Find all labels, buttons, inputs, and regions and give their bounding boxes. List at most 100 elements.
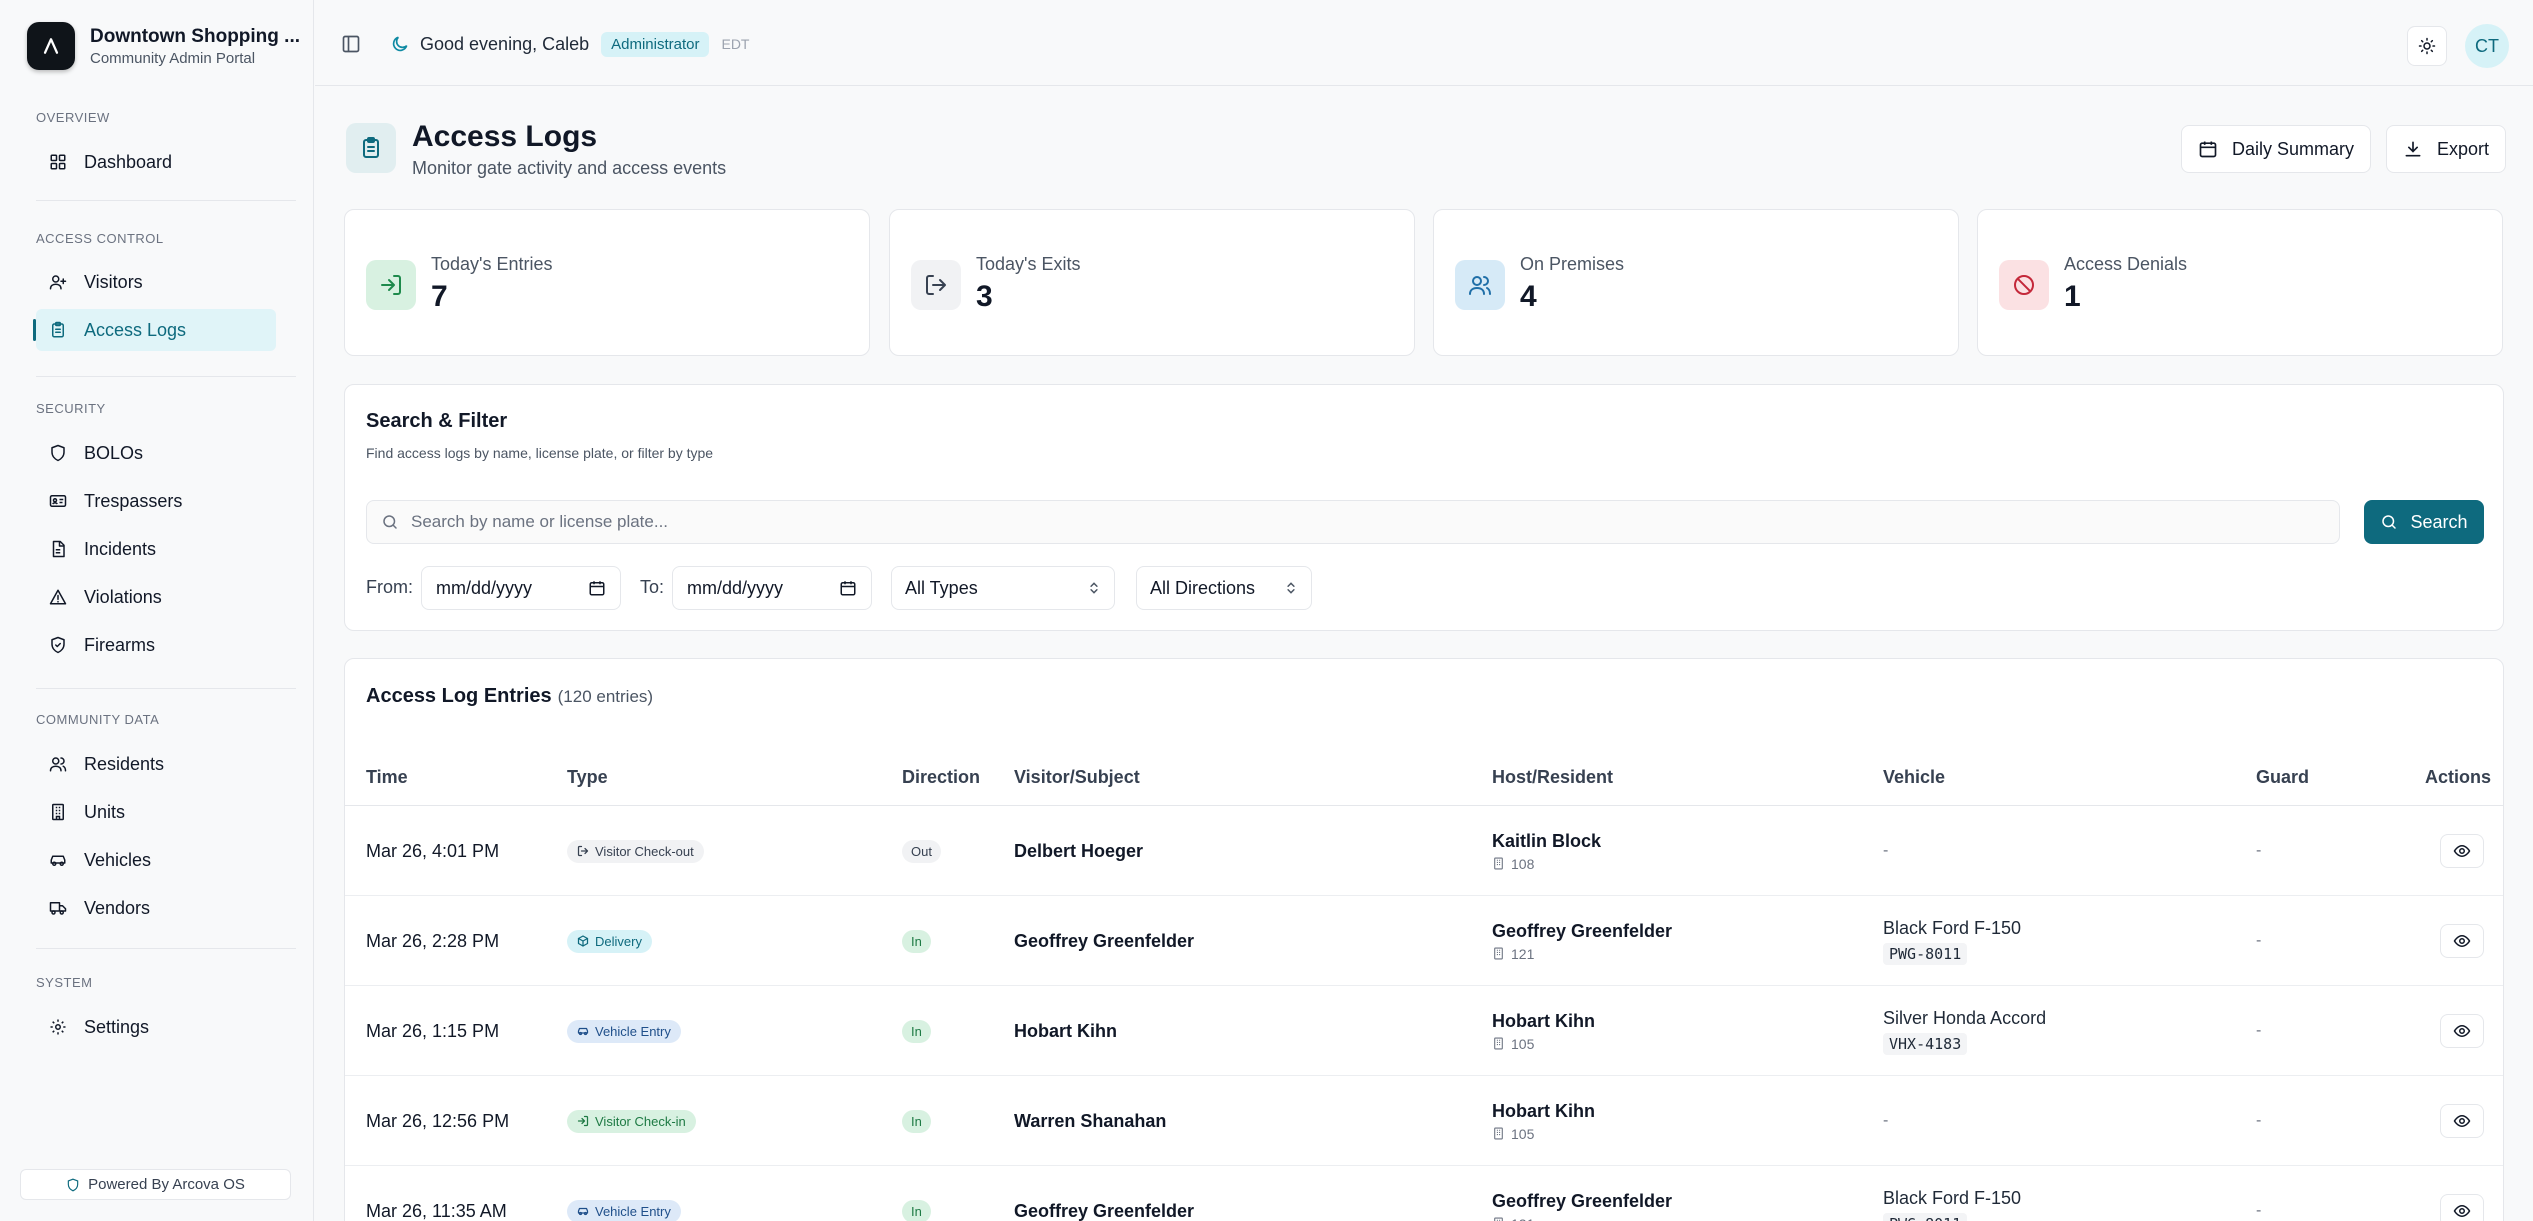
type-label: Visitor Check-out [595,843,694,859]
column-header-host[interactable]: Host/Resident [1492,767,1613,788]
unit-number: 105 [1511,1125,1535,1142]
type-label: Delivery [595,933,642,949]
user-plus-icon [48,272,68,292]
table-row[interactable]: Mar 26, 1:15 PM Vehicle Entry In Hobart Kih… [345,986,2503,1076]
column-header-visitor[interactable]: Visitor/Subject [1014,767,1140,788]
truck-icon [48,898,68,918]
brand-name: Downtown Shopping ... [90,25,301,47]
search-input[interactable] [411,512,2311,532]
chevron-up-down-icon [1087,581,1101,595]
column-header-actions: Actions [2425,767,2492,787]
visitor-name: Delbert Hoeger [1014,840,1144,861]
theme-toggle-button[interactable] [2407,26,2447,66]
sidebar-item-settings[interactable]: Settings [36,1006,276,1048]
visitor-name: Hobart Kihn [1014,1020,1117,1041]
sidebar-item-bolos[interactable]: BOLOs [36,432,276,474]
column-header-time[interactable]: Time [366,767,408,788]
ban-icon [1999,260,2049,310]
sidebar-item-vehicles[interactable]: Vehicles [36,839,276,881]
sidebar-toggle-icon[interactable] [340,33,362,55]
sidebar-item-label: BOLOs [84,442,144,463]
brand[interactable]: Downtown Shopping ... Community Admin Po… [27,20,300,72]
table-title: Access Log Entries (120 entries) [366,685,653,708]
sidebar-item-firearms[interactable]: Firearms [36,624,276,666]
download-icon [2403,139,2423,159]
sun-icon [2418,37,2436,55]
table-row[interactable]: Mar 26, 4:01 PM Visitor Check-out Out Delbe… [345,806,2503,896]
sidebar-item-residents[interactable]: Residents [36,743,276,785]
sidebar-item-label: Visitors [84,271,143,292]
sidebar-item-access-logs[interactable]: Access Logs [33,309,276,351]
calendar-icon [839,579,857,597]
nav-section-community-data: COMMUNITY DATA Residents Units Vehicles … [0,711,314,929]
direction-cell: In [902,1076,931,1166]
view-button[interactable] [2440,924,2484,958]
search-icon [2380,513,2398,531]
column-header-vehicle[interactable]: Vehicle [1883,767,1945,788]
sidebar-item-visitors[interactable]: Visitors [36,261,276,303]
nav-heading: ACCESS CONTROL [36,231,164,246]
view-button[interactable] [2440,1194,2484,1221]
search-box [366,500,2340,544]
column-header-type[interactable]: Type [567,767,608,788]
sidebar-item-violations[interactable]: Violations [36,576,276,618]
column-header-direction[interactable]: Direction [902,767,980,788]
view-button[interactable] [2440,834,2484,868]
divider [36,688,296,689]
host-unit: 121 [1492,946,1534,962]
sidebar-item-vendors[interactable]: Vendors [36,887,276,929]
view-button[interactable] [2440,1014,2484,1048]
type-select[interactable]: All Types [891,566,1115,610]
stat-card-exits: Today's Exits 3 [889,209,1415,356]
vehicle-cell: Silver Honda Accord VHX-4183 [1883,986,2046,1076]
shield-icon [48,443,68,463]
direction-cell: In [902,986,931,1076]
sidebar-item-dashboard[interactable]: Dashboard [36,141,276,183]
nav-heading: SECURITY [36,401,106,416]
type-cell: Visitor Check-in [567,1076,696,1166]
daily-summary-button[interactable]: Daily Summary [2181,125,2372,173]
vehicle-name: Black Ford F-150 [1883,1187,2022,1208]
host-unit: 121 [1492,1216,1534,1221]
search-button[interactable]: Search [2364,500,2484,544]
eye-icon [2453,1112,2471,1130]
view-button[interactable] [2440,1104,2484,1138]
sidebar-item-trespassers[interactable]: Trespassers [36,480,276,522]
shield-icon [66,1178,80,1192]
nav-section-system: SYSTEM Settings [0,974,314,1048]
direction-select-value: All Directions [1150,577,1256,598]
from-date-input[interactable]: mm/dd/yyyy [421,566,621,610]
table-row[interactable]: Mar 26, 12:56 PM Visitor Check-in In Warren… [345,1076,2503,1166]
table-row[interactable]: Mar 26, 2:28 PM Delivery In Geoffrey Greenf… [345,896,2503,986]
daily-summary-label: Daily Summary [2232,138,2355,159]
topbar: Good evening, Caleb Administrator EDT CT [315,0,2533,86]
export-button[interactable]: Export [2386,125,2507,173]
building-icon [1492,857,1505,870]
to-date-input[interactable]: mm/dd/yyyy [672,566,872,610]
nav-heading: OVERVIEW [36,110,110,125]
direction-cell: Out [902,806,941,896]
sidebar-item-incidents[interactable]: Incidents [36,528,276,570]
direction-badge: In [902,1109,931,1133]
table-row[interactable]: Mar 26, 11:35 AM Vehicle Entry In Geoffrey … [345,1166,2503,1221]
direction-cell: In [902,1166,931,1221]
moon-icon [390,34,410,54]
alert-triangle-icon [48,587,68,607]
table-title-text: Access Log Entries [366,685,552,707]
type-badge: Visitor Check-out [567,839,704,863]
sidebar-item-units[interactable]: Units [36,791,276,833]
brand-subtitle: Community Admin Portal [90,49,256,67]
type-label: Vehicle Entry [595,1203,671,1219]
direction-select[interactable]: All Directions [1136,566,1312,610]
host-cell: Hobart Kihn 105 [1492,986,1595,1076]
column-header-guard[interactable]: Guard [2256,767,2309,788]
divider [36,376,296,377]
unit-number: 108 [1511,855,1535,872]
powered-by-text: Powered By Arcova OS [88,1176,245,1193]
search-filter-card: Search & Filter Find access logs by name… [344,384,2504,631]
nav-section-overview: OVERVIEW Dashboard [0,109,314,183]
avatar[interactable]: CT [2465,24,2509,68]
id-card-icon [48,491,68,511]
stat-label: Today's Exits [976,254,1081,274]
vehicle-cell: Black Ford F-150 PWG-8011 [1883,896,2021,986]
